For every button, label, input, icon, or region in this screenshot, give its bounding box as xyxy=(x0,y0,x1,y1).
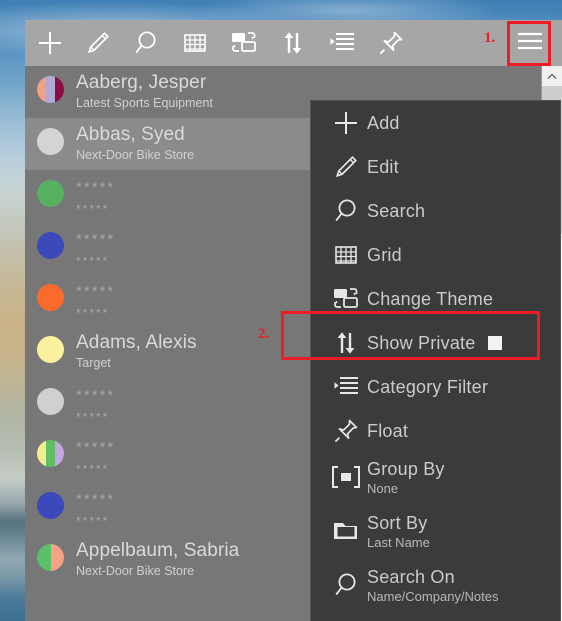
toolbar-button-show-private[interactable] xyxy=(270,20,316,66)
category-filter-icon xyxy=(329,32,355,54)
pushpin-icon xyxy=(378,30,404,56)
menu-item-edit[interactable]: Edit xyxy=(311,145,560,189)
menu-item-add[interactable]: Add xyxy=(311,101,560,145)
avatar xyxy=(37,76,64,103)
folder-icon xyxy=(325,512,367,550)
contact-name: Aaberg, Jesper xyxy=(76,72,207,93)
avatar xyxy=(37,388,64,415)
scrollbar-up-button[interactable] xyxy=(542,66,562,86)
menu-item-label: Search On xyxy=(367,567,455,587)
menu-item-sort-by[interactable]: Sort By Last Name xyxy=(311,507,560,561)
avatar xyxy=(37,544,64,571)
hamburger-menu-button[interactable] xyxy=(507,20,553,66)
toolbar xyxy=(25,20,562,66)
toolbar-button-grid[interactable] xyxy=(172,20,218,66)
grid-icon xyxy=(183,31,207,55)
menu-item-label: Edit xyxy=(367,157,399,177)
menu-item-label: Add xyxy=(367,113,400,133)
toolbar-button-category-filter[interactable] xyxy=(319,20,365,66)
callout-number-1: 1. xyxy=(484,30,496,46)
grid-icon xyxy=(325,243,367,267)
show-private-checkbox[interactable] xyxy=(488,336,502,350)
plus-icon xyxy=(325,110,367,136)
toolbar-button-search[interactable] xyxy=(123,20,169,66)
pencil-icon xyxy=(325,154,367,180)
menu-item-value: Name/Company/Notes xyxy=(367,589,499,604)
avatar xyxy=(37,440,64,467)
pushpin-icon xyxy=(325,418,367,444)
menu-item-category-filter[interactable]: Category Filter xyxy=(311,365,560,409)
callout-number-2: 2. xyxy=(258,326,270,342)
main-flyout-menu: Add Edit Search Grid Change Theme Show P… xyxy=(310,100,561,621)
menu-item-show-private[interactable]: Show Private xyxy=(311,321,560,365)
menu-item-value: None xyxy=(367,481,399,496)
menu-item-float[interactable]: Float xyxy=(311,409,560,453)
menu-item-label: Grid xyxy=(367,245,402,265)
toolbar-button-float[interactable] xyxy=(368,20,414,66)
menu-item-label: Category Filter xyxy=(367,377,489,397)
group-by-icon xyxy=(325,458,367,496)
avatar xyxy=(37,492,64,519)
menu-item-label: Float xyxy=(367,421,409,441)
menu-item-label: Sort By xyxy=(367,513,428,533)
avatar xyxy=(37,128,64,155)
pencil-icon xyxy=(85,30,111,56)
change-theme-icon xyxy=(230,30,258,56)
avatar xyxy=(37,336,64,363)
menu-item-search-on[interactable]: Search On Name/Company/Notes xyxy=(311,561,560,615)
plus-icon xyxy=(37,30,63,56)
magnifier-icon xyxy=(325,566,367,604)
toolbar-button-change-theme[interactable] xyxy=(221,20,267,66)
menu-item-search[interactable]: Search xyxy=(311,189,560,233)
up-down-arrows-icon xyxy=(282,30,304,56)
menu-item-label: Group By xyxy=(367,459,445,479)
avatar xyxy=(37,232,64,259)
hamburger-icon xyxy=(517,31,543,56)
menu-item-grid[interactable]: Grid xyxy=(311,233,560,277)
toolbar-button-add[interactable] xyxy=(27,20,73,66)
magnifier-icon xyxy=(325,197,367,225)
magnifier-icon xyxy=(132,29,160,57)
menu-item-value: Last Name xyxy=(367,535,430,550)
contacts-app-window: someone@example.com xyxy=(25,20,562,621)
up-down-arrows-icon xyxy=(325,330,367,356)
category-filter-icon xyxy=(325,376,367,398)
menu-item-label: Change Theme xyxy=(367,289,494,309)
avatar xyxy=(37,284,64,311)
avatar xyxy=(37,180,64,207)
toolbar-button-edit[interactable] xyxy=(75,20,121,66)
menu-item-change-theme[interactable]: Change Theme xyxy=(311,277,560,321)
menu-item-label: Show Private xyxy=(367,333,476,353)
change-theme-icon xyxy=(325,286,367,312)
menu-item-label: Search xyxy=(367,201,426,221)
menu-item-group-by[interactable]: Group By None xyxy=(311,453,560,507)
chevron-up-icon xyxy=(547,67,557,85)
